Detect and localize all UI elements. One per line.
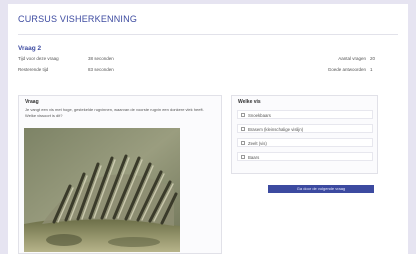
- meta-value: 38 seconden: [88, 56, 114, 61]
- question-number: Vraag 2: [18, 45, 42, 52]
- answer-option[interactable]: Brasem (kleinschalige vislijn): [237, 124, 373, 133]
- answer-option[interactable]: Baars: [237, 152, 373, 161]
- question-panel-title: Vraag: [25, 99, 39, 105]
- meta-time-remaining: Resterende tijd 83 seconden: [18, 67, 114, 72]
- meta-correct-answers: Goede antwoorden 1: [300, 67, 373, 72]
- question-panel: Vraag Je vangt een vis met hoge, gesteke…: [18, 95, 222, 254]
- checkbox-icon[interactable]: [241, 113, 245, 117]
- answer-label: Zeelt (vis): [248, 140, 267, 146]
- question-text: Je vangt een vis met hoge, gestekelde ru…: [25, 107, 204, 118]
- meta-label: Goede antwoorden: [327, 67, 366, 72]
- meta-value: 83 seconden: [88, 67, 114, 72]
- meta-value: 1: [370, 67, 373, 72]
- meta-time-question: Tijd voor deze vraag 38 seconden: [18, 56, 114, 61]
- checkbox-icon[interactable]: [241, 141, 245, 145]
- checkbox-icon[interactable]: [241, 127, 245, 131]
- perch-fin-image: [24, 128, 180, 252]
- answer-option[interactable]: Snoekbaars: [237, 110, 373, 119]
- checkbox-icon[interactable]: [241, 155, 245, 159]
- fish-photo: [24, 128, 180, 252]
- meta-label: Resterende tijd: [18, 67, 49, 72]
- quiz-page: CURSUS VISHERKENNING Vraag 2 Tijd voor d…: [8, 4, 408, 254]
- meta-label: Tijd voor deze vraag: [18, 56, 59, 61]
- course-title: CURSUS VISHERKENNING: [18, 14, 138, 24]
- answer-label: Brasem (kleinschalige vislijn): [248, 126, 304, 132]
- answers-panel: Welke vis Snoekbaars Brasem (kleinschali…: [231, 95, 378, 174]
- meta-total-questions: Aantal vragen 20: [300, 56, 375, 61]
- header-divider: [18, 34, 398, 35]
- answer-label: Snoekbaars: [248, 112, 271, 118]
- answers-panel-title: Welke vis: [238, 99, 261, 105]
- meta-value: 20: [370, 56, 376, 61]
- next-question-button[interactable]: Ga door de volgende vraag: [268, 185, 374, 193]
- answer-label: Baars: [248, 154, 260, 160]
- answer-option[interactable]: Zeelt (vis): [237, 138, 373, 147]
- meta-label: Aantal vragen: [338, 56, 366, 61]
